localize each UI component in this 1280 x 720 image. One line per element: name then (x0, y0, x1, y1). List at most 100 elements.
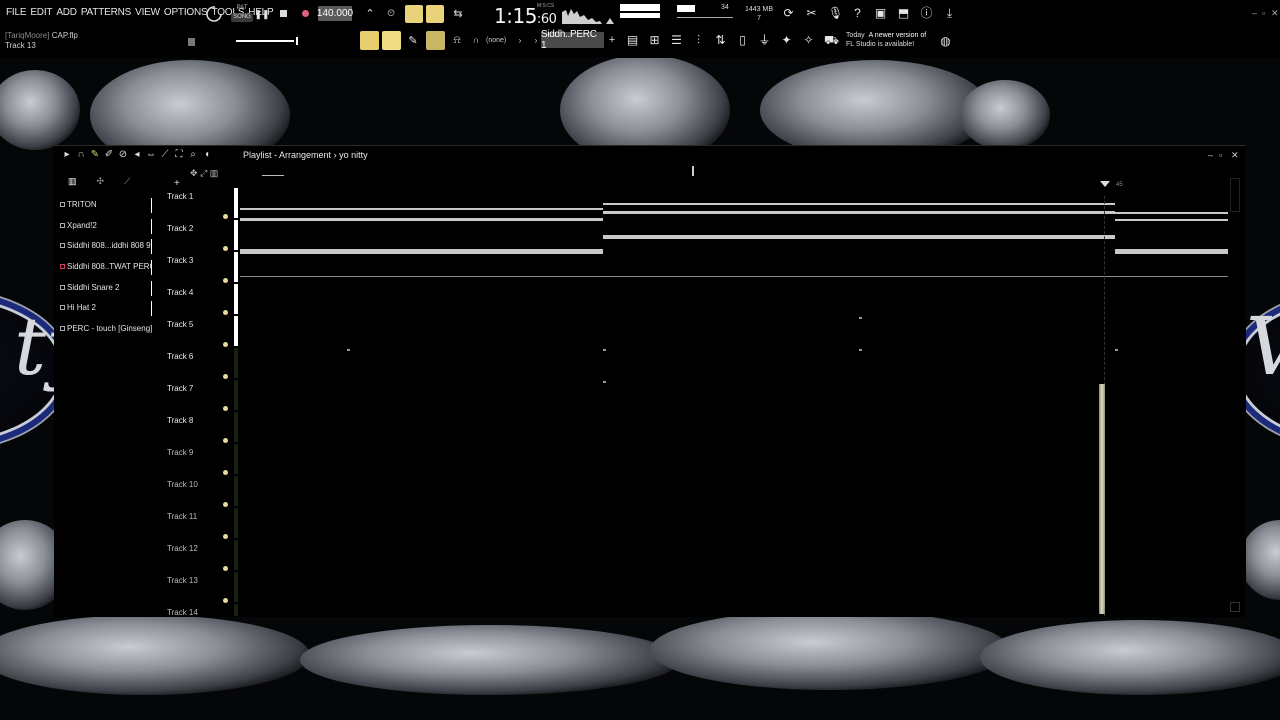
menu-view[interactable]: VIEW (135, 7, 160, 18)
clip[interactable] (240, 208, 603, 210)
track-mute-toggle[interactable] (223, 310, 228, 315)
track-label[interactable]: Track 9 (167, 448, 193, 457)
chevron-right-icon[interactable]: › (516, 34, 524, 46)
pause-icon[interactable]: ❚❚ (254, 7, 269, 21)
arp-channel-label[interactable]: (none) (486, 37, 506, 44)
playlist-icon[interactable]: ▤ (626, 34, 639, 47)
track-color-strip (234, 380, 238, 410)
clip-marker (603, 349, 606, 351)
track-label[interactable]: Track 3 (167, 256, 193, 265)
track-label[interactable]: Track 2 (167, 224, 193, 233)
blend-notes-button[interactable] (426, 5, 444, 23)
refresh-icon[interactable]: ⟳ (782, 7, 795, 20)
clip[interactable] (1115, 249, 1228, 254)
song-end-marker[interactable] (1100, 181, 1110, 187)
menu-file[interactable]: FILE (6, 7, 27, 18)
track-label[interactable]: Track 1 (167, 192, 193, 201)
headphones-icon[interactable]: ∩ (470, 34, 482, 46)
news-panel[interactable]: Today A newer version of FL Studio is av… (846, 31, 926, 49)
track-label[interactable]: Track 4 (167, 288, 193, 297)
draw-tool-button[interactable] (426, 31, 445, 50)
project-file: CAP.flp (51, 31, 78, 40)
pencil-icon[interactable]: ✎ (406, 33, 420, 47)
track-label[interactable]: Track 6 (167, 352, 193, 361)
globe-icon[interactable]: ◍ (939, 34, 952, 48)
track-label[interactable]: Track 14 (167, 608, 198, 616)
mixer-icon[interactable]: ⫶ (692, 34, 705, 47)
track-mute-toggle[interactable] (223, 598, 228, 603)
add-pattern-icon[interactable]: + (607, 34, 617, 46)
arp-button[interactable] (382, 31, 401, 50)
menu-edit[interactable]: EDIT (30, 7, 52, 18)
cut-icon[interactable]: ✂ (805, 7, 818, 20)
channel-rack-icon[interactable]: ☰ (670, 34, 683, 47)
piano-roll-icon[interactable]: ⊞ (648, 34, 661, 47)
tools-icon[interactable]: ✦ (780, 34, 793, 47)
menu-patterns[interactable]: PATTERNS (81, 7, 131, 18)
track-label[interactable]: Track 10 (167, 480, 198, 489)
track-mute-toggle[interactable] (223, 342, 228, 347)
track-mute-toggle[interactable] (223, 438, 228, 443)
save-icon[interactable]: ▣ (874, 7, 887, 20)
track-mute-toggle[interactable] (223, 246, 228, 251)
maximize-icon[interactable]: ▫ (1262, 8, 1265, 18)
plugin-icon[interactable]: ⏚ (758, 34, 771, 47)
pattern-selector[interactable]: Siddh..PERC 1 (541, 29, 604, 51)
clip[interactable] (603, 203, 1115, 205)
track-label[interactable]: Track 5 (167, 320, 193, 329)
track-label[interactable]: Track 13 (167, 576, 198, 585)
countdown-button[interactable] (405, 5, 423, 23)
track-mute-toggle[interactable] (223, 566, 228, 571)
track-label[interactable]: Track 8 (167, 416, 193, 425)
record-icon[interactable] (300, 8, 311, 19)
vertical-scrollbar[interactable] (1230, 178, 1240, 212)
clip[interactable] (603, 211, 1115, 214)
render-icon[interactable]: ⬒ (897, 7, 910, 20)
minimize-icon[interactable]: – (1252, 8, 1257, 18)
project-info: [TariqMoore] CAP.flp Track 13 (5, 31, 78, 51)
chevron-right-icon-2[interactable]: › (532, 34, 540, 46)
menu-options[interactable]: OPTIONS (164, 7, 208, 18)
track-mute-toggle[interactable] (223, 278, 228, 283)
export-icon[interactable]: ⤓ (943, 7, 956, 20)
microphone-icon[interactable]: 🎙 (828, 7, 843, 20)
pat-song-toggle[interactable]: PAT SONG (231, 4, 253, 24)
stop-icon[interactable] (278, 8, 289, 19)
main-pitch-slider[interactable] (236, 37, 302, 45)
track-mute-toggle[interactable] (223, 502, 228, 507)
track-mute-toggle[interactable] (223, 470, 228, 475)
project-icon[interactable]: ▯ (736, 34, 749, 47)
clip[interactable] (240, 276, 1228, 277)
loop-record-icon[interactable] (204, 5, 224, 23)
wait-icon[interactable]: ⏲ (383, 6, 399, 20)
help-icon[interactable]: ? (851, 7, 864, 20)
track-mute-toggle[interactable] (223, 406, 228, 411)
metronome-icon[interactable]: ⌃ (363, 6, 377, 20)
info-icon[interactable]: ⓘ (920, 7, 933, 20)
track-label[interactable]: Track 7 (167, 384, 193, 393)
bell-icon[interactable]: ⍾ (450, 33, 464, 47)
news-day: Today (846, 32, 865, 39)
track-label[interactable]: Track 12 (167, 544, 198, 553)
clip[interactable] (1115, 219, 1228, 221)
lock-icon[interactable] (188, 38, 195, 46)
clip[interactable] (603, 235, 1115, 239)
track-mute-toggle[interactable] (223, 374, 228, 379)
track-mute-toggle[interactable] (223, 534, 228, 539)
track-label[interactable]: Track 11 (167, 512, 197, 521)
scroll-corner[interactable] (1230, 602, 1240, 612)
macro-icon[interactable]: ✧ (802, 34, 815, 47)
track-mute-toggle[interactable] (223, 214, 228, 219)
loop-icon[interactable]: ⇆ (450, 6, 466, 20)
clip[interactable] (1115, 212, 1228, 214)
track-color-strip (234, 540, 238, 570)
close-icon[interactable]: ✕ (1271, 8, 1279, 19)
browser-icon[interactable]: ⇅ (714, 34, 727, 47)
tempo-display[interactable]: 140.000 (317, 6, 353, 21)
clip[interactable] (240, 249, 603, 254)
shop-icon[interactable]: ⛟ (824, 34, 839, 47)
snap-button[interactable] (360, 31, 379, 50)
menu-add[interactable]: ADD (56, 7, 77, 18)
clip[interactable] (240, 218, 603, 221)
playhead[interactable] (1099, 384, 1105, 614)
